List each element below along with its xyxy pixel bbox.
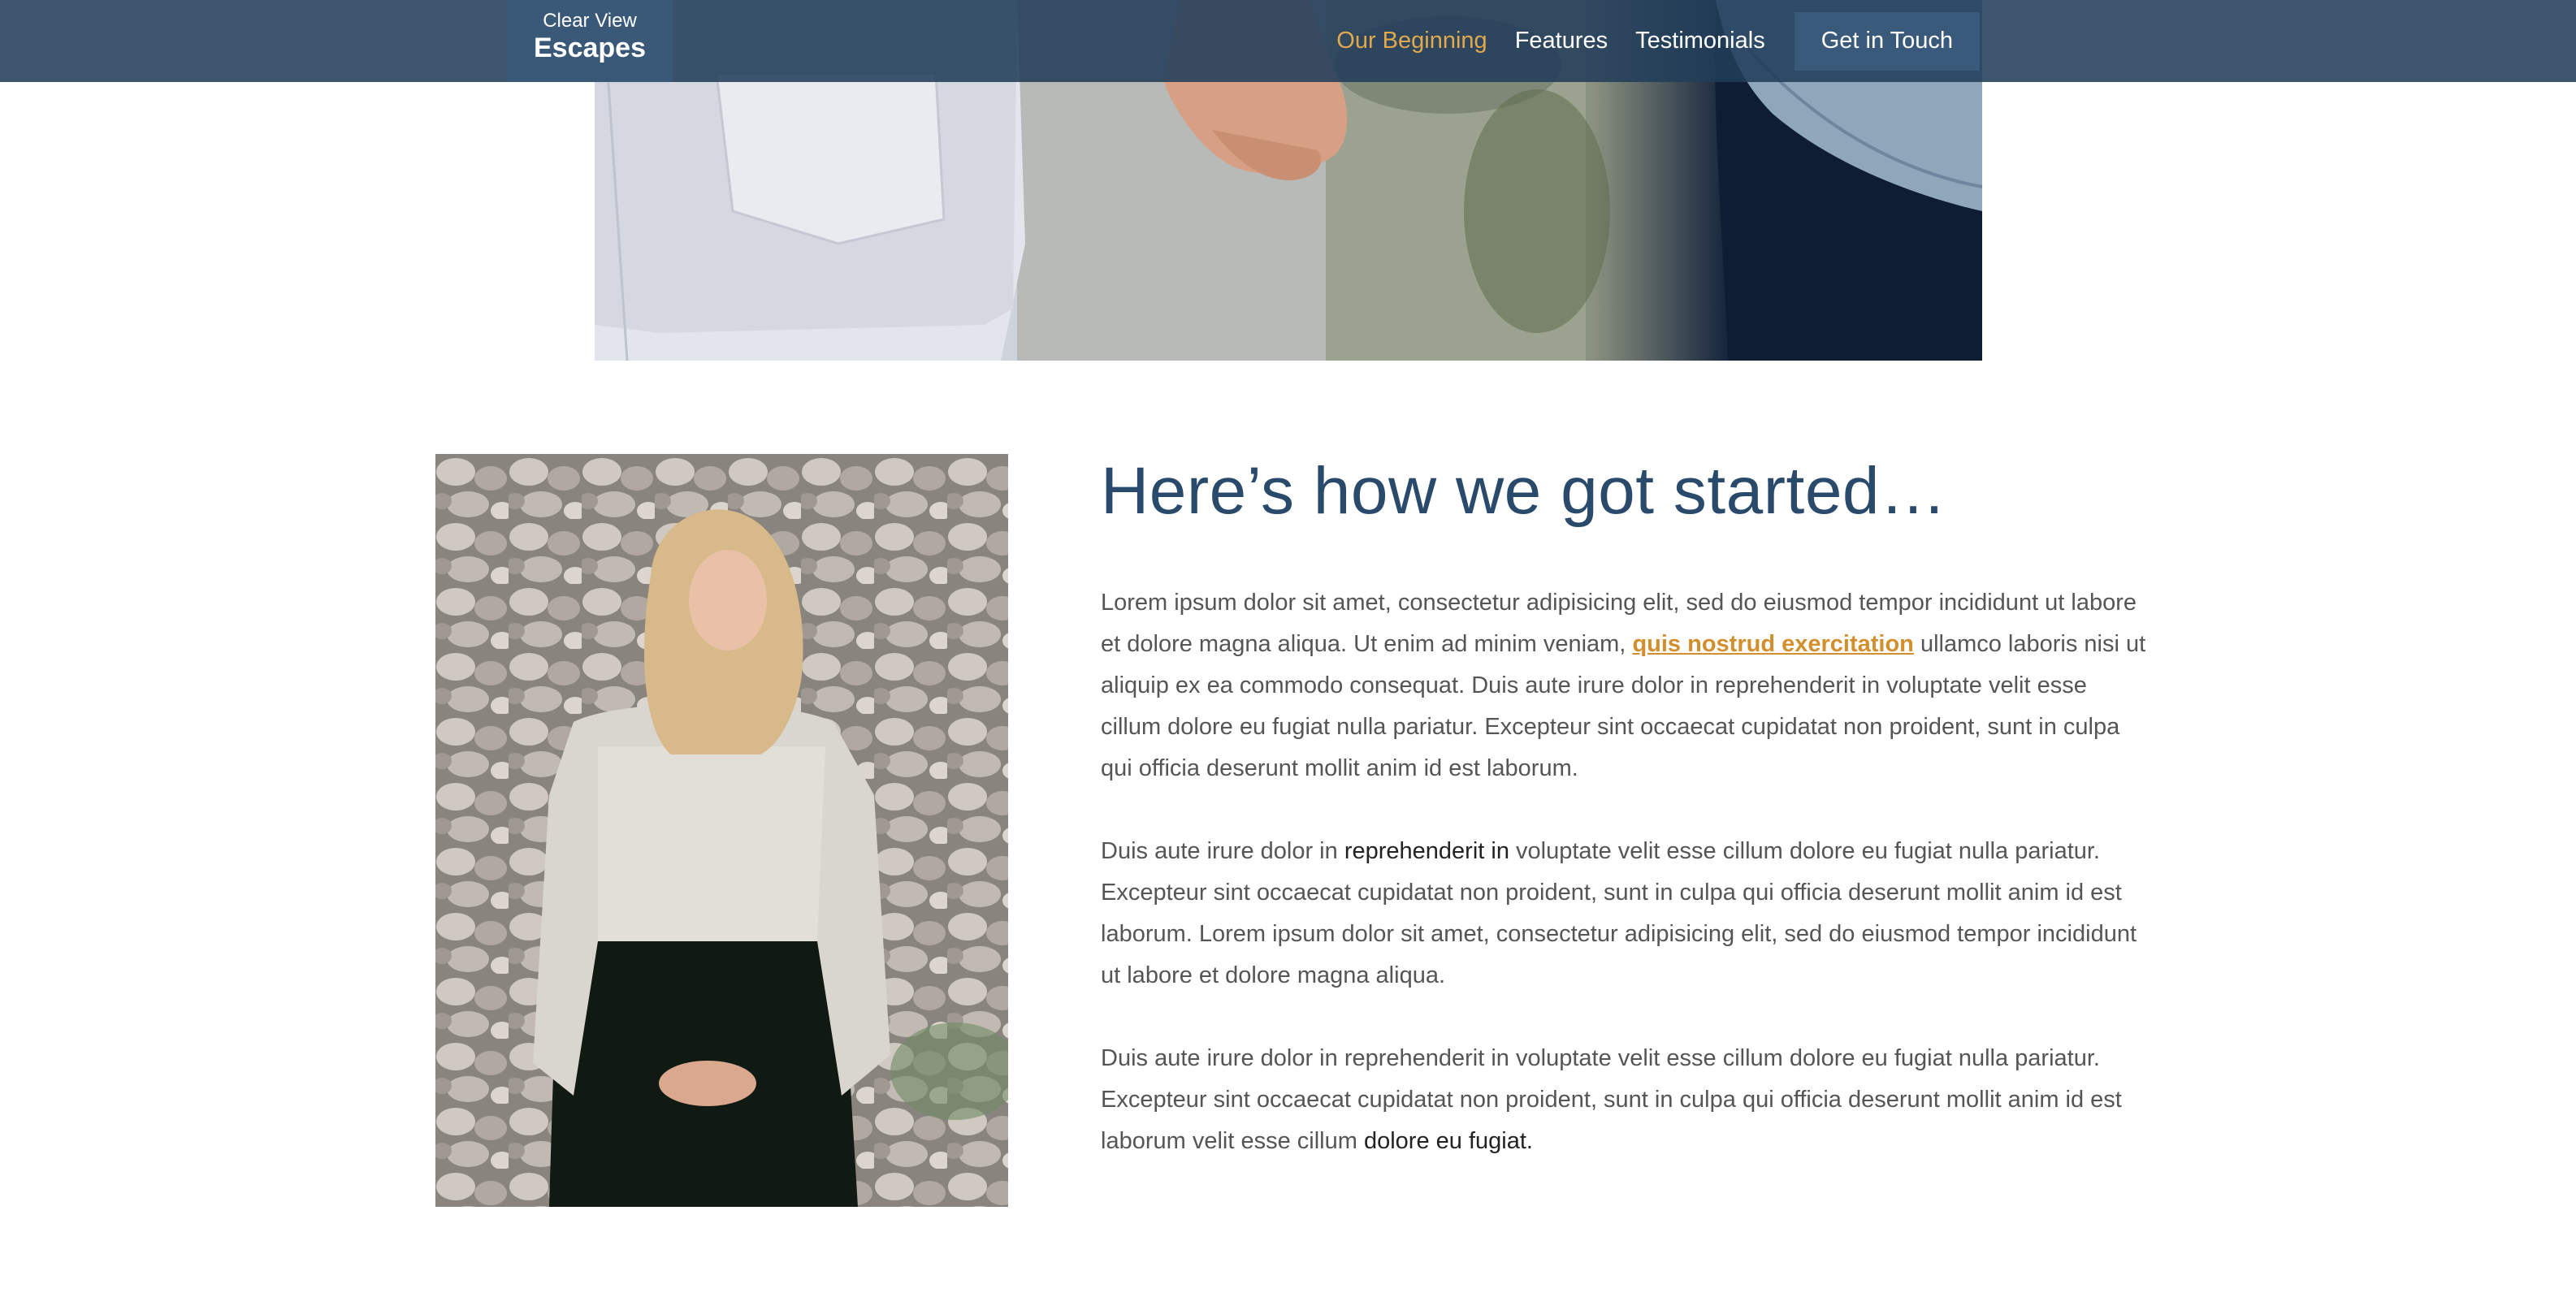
- top-navbar: Clear View Escapes Our Beginning Feature…: [0, 0, 2576, 82]
- nav-link-our-beginning[interactable]: Our Beginning: [1336, 28, 1487, 54]
- story-paragraph-3: Duis aute irure dolor in reprehenderit i…: [1101, 1038, 2149, 1162]
- story-paragraph-1: Lorem ipsum dolor sit amet, consectetur …: [1101, 582, 2149, 789]
- story-section: Here’s how we got started… Lorem ipsum d…: [1101, 451, 2149, 1162]
- paragraph-text: Duis aute irure dolor in reprehenderit i…: [1101, 1045, 2122, 1154]
- nav-menu: Our Beginning Features Testimonials Get …: [1309, 0, 1980, 82]
- paragraph-text: Duis aute irure dolor in: [1101, 838, 1344, 864]
- portrait-image: [435, 454, 1008, 1207]
- nav-link-features[interactable]: Features: [1515, 28, 1608, 54]
- woman-in-sweater-photo: [435, 454, 1008, 1207]
- brand-name-main: Escapes: [534, 32, 646, 63]
- brand-logo[interactable]: Clear View Escapes: [507, 0, 673, 82]
- inline-link[interactable]: quis nostrud exercitation: [1632, 631, 1913, 657]
- page-title: Here’s how we got started…: [1101, 454, 1947, 528]
- nav-link-testimonials[interactable]: Testimonials: [1635, 28, 1765, 54]
- get-in-touch-button[interactable]: Get in Touch: [1794, 11, 1980, 71]
- brand-name-top: Clear View: [543, 10, 637, 32]
- emphasized-text: reprehenderit in: [1344, 838, 1509, 864]
- story-paragraph-2: Duis aute irure dolor in reprehenderit i…: [1101, 831, 2149, 997]
- emphasized-text: dolore eu fugiat.: [1363, 1128, 1533, 1154]
